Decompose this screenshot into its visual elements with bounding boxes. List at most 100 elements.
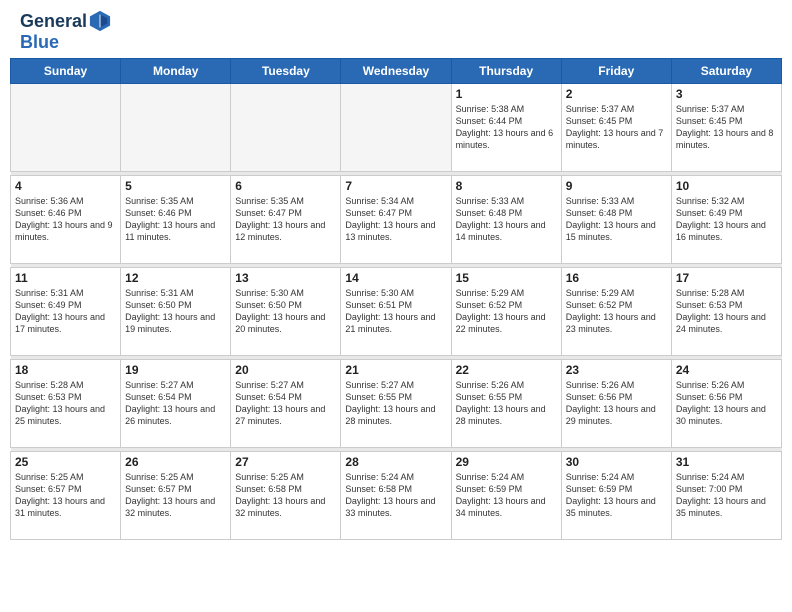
header-monday: Monday: [121, 59, 231, 84]
day-info: Sunrise: 5:27 AM Sunset: 6:54 PM Dayligh…: [235, 379, 336, 428]
app-container: General Blue Sunday Monday Tuesday Wedne…: [0, 0, 792, 550]
table-row: 17 Sunrise: 5:28 AM Sunset: 6:53 PM Dayl…: [671, 268, 781, 356]
day-number: 29: [456, 455, 557, 469]
day-info: Sunrise: 5:26 AM Sunset: 6:56 PM Dayligh…: [566, 379, 667, 428]
day-number: 21: [345, 363, 446, 377]
table-row: [121, 84, 231, 172]
header-wednesday: Wednesday: [341, 59, 451, 84]
day-info: Sunrise: 5:26 AM Sunset: 6:56 PM Dayligh…: [676, 379, 777, 428]
table-row: 14 Sunrise: 5:30 AM Sunset: 6:51 PM Dayl…: [341, 268, 451, 356]
table-row: 10 Sunrise: 5:32 AM Sunset: 6:49 PM Dayl…: [671, 176, 781, 264]
table-row: 6 Sunrise: 5:35 AM Sunset: 6:47 PM Dayli…: [231, 176, 341, 264]
table-row: [11, 84, 121, 172]
table-row: 30 Sunrise: 5:24 AM Sunset: 6:59 PM Dayl…: [561, 452, 671, 540]
day-info: Sunrise: 5:30 AM Sunset: 6:50 PM Dayligh…: [235, 287, 336, 336]
day-info: Sunrise: 5:33 AM Sunset: 6:48 PM Dayligh…: [456, 195, 557, 244]
day-info: Sunrise: 5:26 AM Sunset: 6:55 PM Dayligh…: [456, 379, 557, 428]
table-row: [231, 84, 341, 172]
header-sunday: Sunday: [11, 59, 121, 84]
day-info: Sunrise: 5:33 AM Sunset: 6:48 PM Dayligh…: [566, 195, 667, 244]
header-friday: Friday: [561, 59, 671, 84]
day-number: 31: [676, 455, 777, 469]
day-number: 5: [125, 179, 226, 193]
calendar-week-row: 11 Sunrise: 5:31 AM Sunset: 6:49 PM Dayl…: [11, 268, 782, 356]
day-number: 23: [566, 363, 667, 377]
table-row: 9 Sunrise: 5:33 AM Sunset: 6:48 PM Dayli…: [561, 176, 671, 264]
logo-icon: [89, 10, 111, 32]
calendar-week-row: 1 Sunrise: 5:38 AM Sunset: 6:44 PM Dayli…: [11, 84, 782, 172]
table-row: 1 Sunrise: 5:38 AM Sunset: 6:44 PM Dayli…: [451, 84, 561, 172]
table-row: 13 Sunrise: 5:30 AM Sunset: 6:50 PM Dayl…: [231, 268, 341, 356]
day-number: 27: [235, 455, 336, 469]
day-info: Sunrise: 5:34 AM Sunset: 6:47 PM Dayligh…: [345, 195, 446, 244]
day-number: 30: [566, 455, 667, 469]
calendar: Sunday Monday Tuesday Wednesday Thursday…: [0, 58, 792, 550]
day-number: 20: [235, 363, 336, 377]
day-info: Sunrise: 5:28 AM Sunset: 6:53 PM Dayligh…: [676, 287, 777, 336]
day-number: 8: [456, 179, 557, 193]
calendar-week-row: 18 Sunrise: 5:28 AM Sunset: 6:53 PM Dayl…: [11, 360, 782, 448]
day-info: Sunrise: 5:28 AM Sunset: 6:53 PM Dayligh…: [15, 379, 116, 428]
day-info: Sunrise: 5:24 AM Sunset: 7:00 PM Dayligh…: [676, 471, 777, 520]
calendar-week-row: 4 Sunrise: 5:36 AM Sunset: 6:46 PM Dayli…: [11, 176, 782, 264]
table-row: 22 Sunrise: 5:26 AM Sunset: 6:55 PM Dayl…: [451, 360, 561, 448]
day-info: Sunrise: 5:25 AM Sunset: 6:58 PM Dayligh…: [235, 471, 336, 520]
table-row: 3 Sunrise: 5:37 AM Sunset: 6:45 PM Dayli…: [671, 84, 781, 172]
day-info: Sunrise: 5:24 AM Sunset: 6:59 PM Dayligh…: [566, 471, 667, 520]
table-row: 29 Sunrise: 5:24 AM Sunset: 6:59 PM Dayl…: [451, 452, 561, 540]
table-row: 7 Sunrise: 5:34 AM Sunset: 6:47 PM Dayli…: [341, 176, 451, 264]
day-number: 18: [15, 363, 116, 377]
table-row: [341, 84, 451, 172]
table-row: 24 Sunrise: 5:26 AM Sunset: 6:56 PM Dayl…: [671, 360, 781, 448]
logo-general: General: [20, 11, 87, 32]
table-row: 28 Sunrise: 5:24 AM Sunset: 6:58 PM Dayl…: [341, 452, 451, 540]
day-info: Sunrise: 5:36 AM Sunset: 6:46 PM Dayligh…: [15, 195, 116, 244]
table-row: 5 Sunrise: 5:35 AM Sunset: 6:46 PM Dayli…: [121, 176, 231, 264]
table-row: 12 Sunrise: 5:31 AM Sunset: 6:50 PM Dayl…: [121, 268, 231, 356]
day-number: 14: [345, 271, 446, 285]
day-number: 10: [676, 179, 777, 193]
day-info: Sunrise: 5:32 AM Sunset: 6:49 PM Dayligh…: [676, 195, 777, 244]
day-number: 9: [566, 179, 667, 193]
table-row: 16 Sunrise: 5:29 AM Sunset: 6:52 PM Dayl…: [561, 268, 671, 356]
table-row: 18 Sunrise: 5:28 AM Sunset: 6:53 PM Dayl…: [11, 360, 121, 448]
day-number: 19: [125, 363, 226, 377]
day-number: 4: [15, 179, 116, 193]
table-row: 15 Sunrise: 5:29 AM Sunset: 6:52 PM Dayl…: [451, 268, 561, 356]
day-number: 6: [235, 179, 336, 193]
day-number: 12: [125, 271, 226, 285]
table-row: 27 Sunrise: 5:25 AM Sunset: 6:58 PM Dayl…: [231, 452, 341, 540]
day-number: 7: [345, 179, 446, 193]
calendar-table: Sunday Monday Tuesday Wednesday Thursday…: [10, 58, 782, 540]
table-row: 25 Sunrise: 5:25 AM Sunset: 6:57 PM Dayl…: [11, 452, 121, 540]
logo: General Blue: [20, 10, 111, 53]
day-info: Sunrise: 5:31 AM Sunset: 6:49 PM Dayligh…: [15, 287, 116, 336]
day-info: Sunrise: 5:27 AM Sunset: 6:55 PM Dayligh…: [345, 379, 446, 428]
header-saturday: Saturday: [671, 59, 781, 84]
day-number: 28: [345, 455, 446, 469]
day-info: Sunrise: 5:27 AM Sunset: 6:54 PM Dayligh…: [125, 379, 226, 428]
logo-wrapper: General Blue: [20, 10, 111, 53]
day-number: 1: [456, 87, 557, 101]
table-row: 21 Sunrise: 5:27 AM Sunset: 6:55 PM Dayl…: [341, 360, 451, 448]
day-info: Sunrise: 5:30 AM Sunset: 6:51 PM Dayligh…: [345, 287, 446, 336]
day-info: Sunrise: 5:24 AM Sunset: 6:59 PM Dayligh…: [456, 471, 557, 520]
day-number: 22: [456, 363, 557, 377]
day-info: Sunrise: 5:25 AM Sunset: 6:57 PM Dayligh…: [15, 471, 116, 520]
day-number: 11: [15, 271, 116, 285]
day-number: 24: [676, 363, 777, 377]
day-info: Sunrise: 5:29 AM Sunset: 6:52 PM Dayligh…: [456, 287, 557, 336]
table-row: 2 Sunrise: 5:37 AM Sunset: 6:45 PM Dayli…: [561, 84, 671, 172]
calendar-week-row: 25 Sunrise: 5:25 AM Sunset: 6:57 PM Dayl…: [11, 452, 782, 540]
day-number: 25: [15, 455, 116, 469]
table-row: 20 Sunrise: 5:27 AM Sunset: 6:54 PM Dayl…: [231, 360, 341, 448]
day-number: 15: [456, 271, 557, 285]
day-info: Sunrise: 5:37 AM Sunset: 6:45 PM Dayligh…: [566, 103, 667, 152]
day-info: Sunrise: 5:31 AM Sunset: 6:50 PM Dayligh…: [125, 287, 226, 336]
day-number: 16: [566, 271, 667, 285]
day-info: Sunrise: 5:35 AM Sunset: 6:47 PM Dayligh…: [235, 195, 336, 244]
day-number: 2: [566, 87, 667, 101]
day-info: Sunrise: 5:29 AM Sunset: 6:52 PM Dayligh…: [566, 287, 667, 336]
day-number: 13: [235, 271, 336, 285]
day-info: Sunrise: 5:25 AM Sunset: 6:57 PM Dayligh…: [125, 471, 226, 520]
